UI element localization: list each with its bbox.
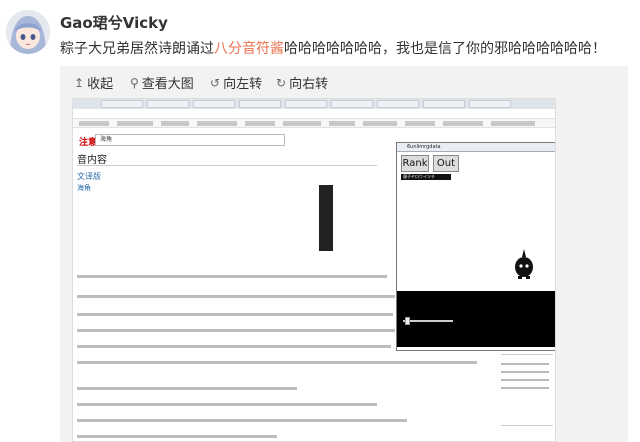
game-window-title: 6unlimrgdata	[397, 143, 555, 152]
post-text-link[interactable]: 八分音符酱	[214, 41, 284, 57]
viewer-toolbar: ↥ 收起 ⚲ 查看大图 ↺ 向左转 ↻ 向右转	[60, 66, 628, 96]
rotate-left-icon: ↺	[210, 75, 221, 90]
search-icon: ⚲	[130, 75, 139, 90]
site-search-input[interactable]: 海角	[95, 134, 285, 146]
view-large-button[interactable]: ⚲ 查看大图	[130, 73, 194, 93]
collapse-label: 收起	[87, 77, 114, 92]
section-subitem: 海角	[77, 184, 91, 192]
anime-avatar-icon	[6, 10, 50, 54]
arrow-up-icon: ↥	[74, 75, 85, 90]
browser-bookmarks-bar	[73, 119, 555, 128]
post-text-after: 哈哈哈哈哈哈哈，我也是信了你的邪哈哈哈哈哈哈！	[284, 41, 606, 57]
weibo-post: Gao珺兮Vicky 粽子大兄弟居然诗朗诵过八分音符酱哈哈哈哈哈哈哈，我也是信了…	[0, 0, 640, 442]
username[interactable]: Gao珺兮Vicky	[60, 12, 168, 33]
section-title: 音内容	[77, 155, 107, 166]
rotate-left-label: 向左转	[223, 77, 263, 92]
out-button[interactable]: Out	[433, 155, 459, 172]
rotate-left-button[interactable]: ↺ 向左转	[210, 73, 263, 93]
rotate-right-label: 向右转	[289, 77, 329, 92]
post-text: 粽子大兄弟居然诗朗诵过八分音符酱哈哈哈哈哈哈哈，我也是信了你的邪哈哈哈哈哈哈！	[60, 38, 606, 58]
collapse-button[interactable]: ↥ 收起	[74, 73, 114, 93]
browser-address-bar	[73, 109, 555, 119]
section-subtitle: 文译版	[77, 172, 101, 181]
game-window: 6unlimrgdata Rank Out 寝子ヤロウイツチ	[396, 142, 555, 351]
game-ground	[397, 291, 555, 347]
rotate-right-icon: ↻	[276, 75, 287, 90]
rotate-right-button[interactable]: ↻ 向右转	[276, 73, 329, 93]
avatar[interactable]	[6, 10, 50, 54]
game-badge: 寝子ヤロウイツチ	[401, 174, 451, 180]
dark-image-block	[319, 185, 333, 251]
volume-slider-track	[403, 320, 453, 322]
post-text-before: 粽子大兄弟居然诗朗诵过	[60, 41, 214, 57]
volume-slider-handle[interactable]	[405, 317, 410, 325]
eighth-note-character-icon	[515, 249, 533, 279]
rank-button[interactable]: Rank	[401, 155, 429, 172]
browser-tabbar	[73, 99, 555, 109]
embedded-screenshot: 注意 海角 音内容 文译版 海角 6unlimrgdata Rank Out 寝…	[72, 98, 556, 442]
view-large-label: 查看大图	[141, 77, 194, 92]
